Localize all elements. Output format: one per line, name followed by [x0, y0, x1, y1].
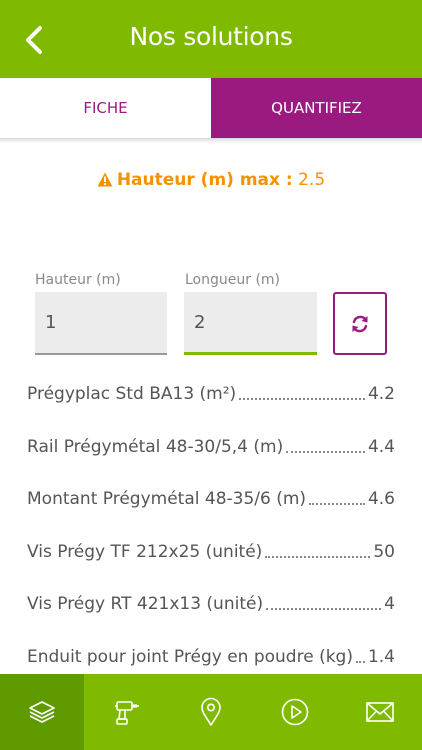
longueur-input[interactable]: 2	[184, 292, 317, 355]
result-name: Montant Prégymétal 48-35/6 (m)	[27, 489, 307, 510]
result-name: Vis Prégy RT 421x13 (unité)	[27, 594, 264, 615]
result-row: Vis Prégy RT 421x13 (unité) 4	[27, 578, 395, 631]
nav-item-video[interactable]	[253, 674, 337, 750]
tab-bar-shadow	[0, 138, 422, 143]
nav-item-layers[interactable]	[0, 674, 85, 750]
tab-fiche[interactable]: FICHE	[0, 78, 211, 138]
app-header: Nos solutions	[0, 0, 422, 78]
dot-leader	[286, 450, 365, 453]
refresh-icon	[352, 315, 368, 332]
results-list: Prégyplac Std BA13 (m²) 4.2 Rail Prégymé…	[27, 368, 395, 683]
dot-leader	[309, 503, 365, 506]
result-row: Montant Prégymétal 48-35/6 (m) 4.6	[27, 473, 395, 526]
mail-icon	[366, 702, 394, 722]
warning-label: Hauteur (m) max :	[116, 170, 293, 190]
nav-item-location[interactable]	[169, 674, 253, 750]
tab-quantifiez[interactable]: QUANTIFIEZ	[211, 78, 422, 138]
warning-icon	[97, 172, 113, 187]
hauteur-label: Hauteur (m)	[35, 272, 121, 288]
result-name: Rail Prégymétal 48-30/5,4 (m)	[27, 436, 284, 457]
layers-icon	[29, 701, 56, 723]
result-row: Vis Prégy TF 212x25 (unité) 50	[27, 526, 395, 579]
result-name: Vis Prégy TF 212x25 (unité)	[27, 541, 263, 562]
result-value: 1.4	[367, 646, 395, 667]
tab-bar: FICHE QUANTIFIEZ	[0, 78, 422, 138]
longueur-label: Longueur (m)	[185, 272, 281, 288]
map-pin-icon	[201, 697, 221, 726]
bottom-nav	[0, 674, 422, 750]
result-row: Rail Prégymétal 48-30/5,4 (m) 4.4	[27, 421, 395, 474]
warning-value: 2.5	[298, 170, 326, 190]
result-value: 50	[373, 541, 395, 562]
result-name: Prégyplac Std BA13 (m²)	[27, 384, 237, 405]
nav-item-drill[interactable]	[84, 674, 168, 750]
result-name: Enduit pour joint Prégy en poudre (kg)	[27, 646, 353, 667]
dot-leader	[239, 398, 365, 401]
result-value: 4.6	[367, 489, 395, 510]
result-value: 4.2	[367, 384, 395, 405]
drill-icon	[114, 701, 139, 725]
refresh-button[interactable]	[333, 292, 387, 355]
result-row: Prégyplac Std BA13 (m²) 4.2	[27, 368, 395, 421]
page-title: Nos solutions	[129, 22, 293, 51]
play-icon	[282, 698, 309, 726]
max-height-warning: Hauteur (m) max : 2.5	[0, 170, 422, 190]
dot-leader	[355, 660, 365, 663]
nav-item-contact[interactable]	[338, 674, 422, 750]
dot-leader	[266, 608, 382, 611]
result-value: 4	[384, 594, 395, 615]
hauteur-input[interactable]: 1	[35, 292, 167, 355]
result-value: 4.4	[367, 436, 395, 457]
dot-leader	[265, 555, 371, 558]
